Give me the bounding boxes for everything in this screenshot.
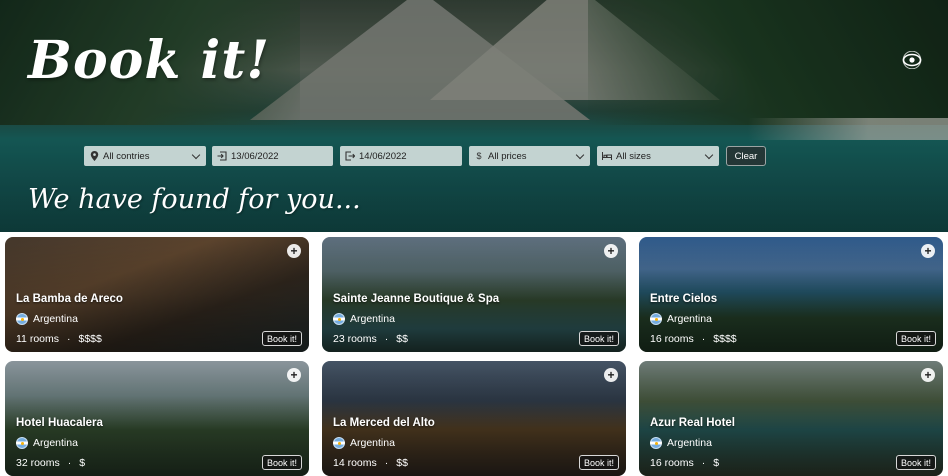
hotel-country: Argentina <box>16 437 78 449</box>
login-icon <box>217 151 227 161</box>
hotel-country-label: Argentina <box>667 313 712 325</box>
plus-icon[interactable]: + <box>604 368 618 382</box>
argentina-flag-icon <box>333 437 345 449</box>
hotel-price: $$ <box>396 457 408 469</box>
book-button[interactable]: Book it! <box>895 331 936 346</box>
hotel-meta: 14 rooms · $$ <box>333 457 408 469</box>
hotel-country-label: Argentina <box>667 437 712 449</box>
hotel-country-label: Argentina <box>350 313 395 325</box>
hotel-card[interactable]: + Entre Cielos Argentina 16 rooms · $$$$… <box>639 237 943 352</box>
plus-icon[interactable]: + <box>921 368 935 382</box>
book-button[interactable]: Book it! <box>578 331 619 346</box>
separator-dot: · <box>67 457 72 469</box>
hotel-rooms: 11 rooms <box>16 333 59 345</box>
checkout-date-field[interactable]: 14/06/2022 <box>340 146 462 166</box>
argentina-flag-icon <box>650 437 662 449</box>
hotel-country: Argentina <box>333 313 395 325</box>
hotel-name: La Merced del Alto <box>333 417 435 429</box>
hotel-rooms: 16 rooms <box>650 333 694 345</box>
results-heading: We have found for you... <box>28 184 361 215</box>
hotel-price: $ <box>713 457 720 469</box>
hotel-country-label: Argentina <box>33 437 78 449</box>
hotel-card[interactable]: + Sainte Jeanne Boutique & Spa Argentina… <box>322 237 626 352</box>
separator-dot: · <box>67 333 71 345</box>
checkout-date-value: 14/06/2022 <box>359 150 407 162</box>
hotel-rooms: 32 rooms <box>16 457 60 469</box>
country-select-value: All contries <box>103 150 150 162</box>
hotel-name: La Bamba de Areco <box>16 293 123 305</box>
hotel-meta: 23 rooms · $$ <box>333 333 408 345</box>
separator-dot: · <box>384 457 389 469</box>
hotel-meta: 16 rooms · $ <box>650 457 719 469</box>
hotel-price: $$$$ <box>713 333 737 345</box>
hotel-meta: 16 rooms · $$$$ <box>650 333 737 345</box>
hotel-meta: 32 rooms · $ <box>16 457 85 469</box>
chevron-down-icon <box>704 150 714 160</box>
eye-icon[interactable] <box>902 50 922 70</box>
hotel-card[interactable]: + La Merced del Alto Argentina 14 rooms … <box>322 361 626 476</box>
hotel-name: Azur Real Hotel <box>650 417 735 429</box>
hotel-country: Argentina <box>333 437 395 449</box>
argentina-flag-icon <box>16 437 28 449</box>
hotel-rooms: 16 rooms <box>650 457 694 469</box>
plus-icon[interactable]: + <box>287 244 301 258</box>
hotel-country: Argentina <box>650 313 712 325</box>
checkin-date-value: 13/06/2022 <box>231 150 279 162</box>
separator-dot: · <box>701 333 706 345</box>
hotel-price: $$$$ <box>78 333 102 345</box>
logo[interactable]: Book it! <box>28 30 270 91</box>
map-pin-icon <box>89 151 99 161</box>
book-button[interactable]: Book it! <box>261 455 302 470</box>
bed-icon <box>602 151 612 161</box>
price-select-value: All prices <box>488 150 527 162</box>
hotel-name: Hotel Huacalera <box>16 417 103 429</box>
clear-filters-button[interactable]: Clear <box>726 146 766 166</box>
argentina-flag-icon <box>333 313 345 325</box>
separator-dot: · <box>384 333 389 345</box>
country-select[interactable]: All contries <box>84 146 206 166</box>
hotel-country-label: Argentina <box>33 313 78 325</box>
hotel-card[interactable]: + Hotel Huacalera Argentina 32 rooms · $… <box>5 361 309 476</box>
plus-icon[interactable]: + <box>921 244 935 258</box>
hotel-country: Argentina <box>16 313 78 325</box>
plus-icon[interactable]: + <box>604 244 618 258</box>
size-select-value: All sizes <box>616 150 651 162</box>
hotel-price: $ <box>79 457 86 469</box>
hotel-rooms: 14 rooms <box>333 457 377 469</box>
book-button[interactable]: Book it! <box>261 331 302 346</box>
chevron-down-icon <box>191 150 201 160</box>
chevron-down-icon <box>575 150 585 160</box>
hero-banner: Book it! All contries 13/06/2022 14/06/2… <box>0 0 948 232</box>
hotel-name: Entre Cielos <box>650 293 718 305</box>
checkin-date-field[interactable]: 13/06/2022 <box>212 146 333 166</box>
hotel-card[interactable]: + Azur Real Hotel Argentina 16 rooms · $… <box>639 361 943 476</box>
argentina-flag-icon <box>16 313 28 325</box>
argentina-flag-icon <box>650 313 662 325</box>
hotel-card[interactable]: + La Bamba de Areco Argentina 11 rooms ·… <box>5 237 309 352</box>
hotel-meta: 11 rooms · $$$$ <box>16 333 102 345</box>
book-button[interactable]: Book it! <box>578 455 619 470</box>
book-button[interactable]: Book it! <box>895 455 936 470</box>
separator-dot: · <box>701 457 706 469</box>
price-select[interactable]: $ All prices <box>469 146 590 166</box>
plus-icon[interactable]: + <box>287 368 301 382</box>
hotel-rooms: 23 rooms <box>333 333 377 345</box>
size-select[interactable]: All sizes <box>597 146 719 166</box>
hotel-country-label: Argentina <box>350 437 395 449</box>
logout-icon <box>345 151 355 161</box>
hotel-country: Argentina <box>650 437 712 449</box>
dollar-icon: $ <box>476 151 482 161</box>
hotel-name: Sainte Jeanne Boutique & Spa <box>333 293 500 305</box>
hotel-price: $$ <box>396 333 408 345</box>
